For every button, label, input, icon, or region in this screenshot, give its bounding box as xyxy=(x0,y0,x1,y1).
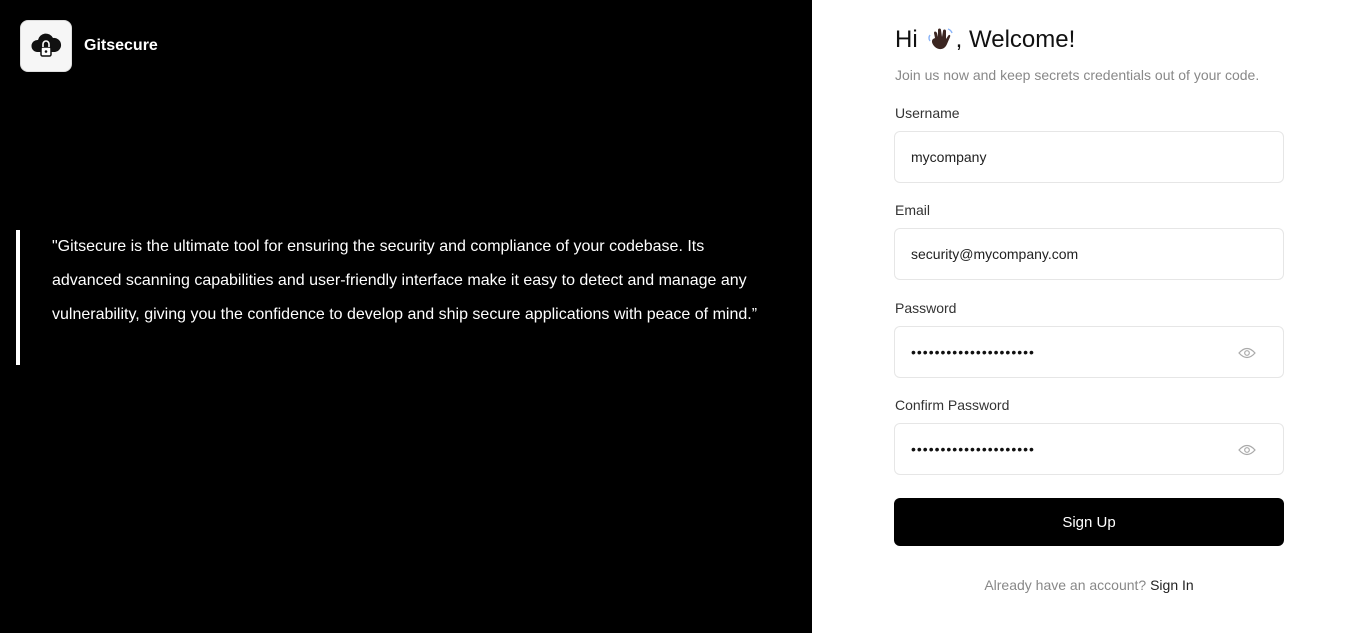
brand-name: Gitsecure xyxy=(84,37,158,54)
greeting-rest: , Welcome! xyxy=(955,26,1076,53)
greeting-hi: Hi xyxy=(895,26,918,53)
signup-panel: Hi , Welcome! Join us now and keep secre… xyxy=(812,0,1366,633)
brand-panel: Gitsecure "Gitsecure is the ultimate too… xyxy=(0,0,812,633)
testimonial-quote: "Gitsecure is the ultimate tool for ensu… xyxy=(52,238,758,323)
password-field[interactable]: ••••••••••••••••••••• xyxy=(894,326,1284,378)
username-input[interactable] xyxy=(911,149,1267,165)
password-label: Password xyxy=(895,300,957,316)
sign-in-link[interactable]: Sign In xyxy=(1150,577,1194,593)
email-field[interactable] xyxy=(894,228,1284,280)
logo xyxy=(20,20,72,72)
username-label: Username xyxy=(895,105,960,121)
eye-icon[interactable] xyxy=(1237,343,1257,363)
page-title: Hi , Welcome! xyxy=(895,25,1075,55)
confirm-password-input[interactable]: ••••••••••••••••••••• xyxy=(911,441,1267,457)
cloud-lock-icon xyxy=(31,33,62,57)
password-input[interactable]: ••••••••••••••••••••• xyxy=(911,344,1267,360)
username-field[interactable] xyxy=(894,131,1284,183)
eye-icon[interactable] xyxy=(1237,440,1257,460)
email-input[interactable] xyxy=(911,246,1267,262)
confirm-password-field[interactable]: ••••••••••••••••••••• xyxy=(894,423,1284,475)
signin-prompt-text: Already have an account? xyxy=(984,577,1147,593)
quote-bar xyxy=(16,230,20,365)
email-label: Email xyxy=(895,202,931,218)
sign-up-button[interactable]: Sign Up xyxy=(894,498,1284,546)
waving-hand-icon xyxy=(927,28,953,50)
subtitle: Join us now and keep secrets credentials… xyxy=(895,67,1260,83)
confirm-password-label: Confirm Password xyxy=(895,397,1010,413)
signin-prompt: Already have an account? Sign In xyxy=(894,577,1284,593)
